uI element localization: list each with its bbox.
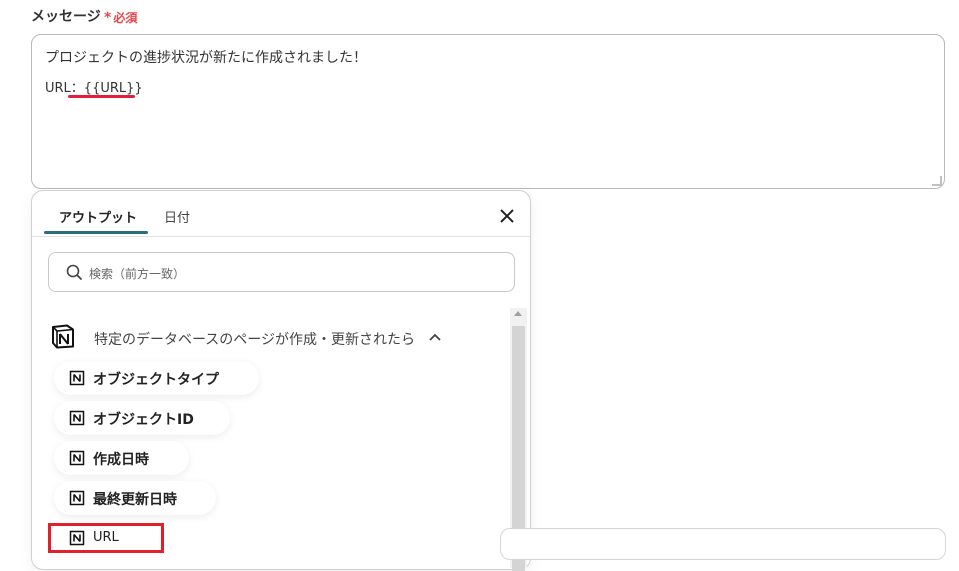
output-item-created-time[interactable]: 作成日時 — [54, 441, 189, 475]
message-line-2: URL：{{URL}} — [45, 77, 143, 96]
close-icon[interactable] — [497, 206, 517, 226]
message-field-label: メッセージ — [31, 9, 101, 25]
notion-icon — [69, 490, 85, 506]
notion-icon — [69, 450, 85, 466]
scroll-up-arrow[interactable] — [514, 311, 522, 316]
section-title: 特定のデータベースのページが作成・更新されたら — [94, 332, 416, 348]
search-icon — [66, 264, 83, 281]
next-input-field[interactable] — [500, 528, 946, 560]
chevron-up-icon[interactable] — [428, 330, 442, 344]
popup-tabs: アウトプット 日付 — [32, 191, 530, 237]
output-picker-popup: アウトプット 日付 特定のデータベースのページが作成・更新されたら — [31, 190, 531, 571]
notion-icon — [52, 324, 74, 349]
url-variable-underline — [68, 95, 135, 98]
highlight-annotation — [48, 523, 164, 553]
required-badge: * 必須 — [104, 9, 137, 26]
search-box[interactable] — [48, 252, 515, 292]
output-item-object-type[interactable]: オブジェクトタイプ — [54, 361, 259, 395]
required-text: 必須 — [113, 11, 138, 25]
output-item-label: オブジェクトタイプ — [93, 372, 219, 388]
tab-date[interactable]: 日付 — [164, 207, 190, 226]
notion-icon — [69, 370, 85, 386]
message-line-1: プロジェクトの進捗状況が新たに作成されました！ — [45, 50, 367, 66]
message-textarea[interactable]: プロジェクトの進捗状況が新たに作成されました！ URL：{{URL}} — [31, 34, 945, 189]
output-item-label: 作成日時 — [93, 452, 149, 468]
output-item-object-id[interactable]: オブジェクトID — [54, 401, 230, 435]
output-item-label: 最終更新日時 — [93, 492, 177, 508]
output-item-last-updated[interactable]: 最終更新日時 — [54, 481, 216, 515]
url-variable: {{URL}} — [83, 81, 143, 96]
url-prefix: URL： — [45, 81, 84, 96]
search-input[interactable] — [87, 263, 491, 285]
required-star: * — [104, 10, 112, 26]
tab-output[interactable]: アウトプット — [59, 207, 137, 226]
notion-icon — [69, 410, 85, 426]
resize-handle[interactable] — [932, 176, 942, 186]
active-tab-indicator — [44, 231, 148, 234]
output-item-label: オブジェクトID — [93, 412, 194, 428]
output-list: 特定のデータベースのページが作成・更新されたら オブジェクトタイプ オブジェクト… — [32, 306, 530, 571]
